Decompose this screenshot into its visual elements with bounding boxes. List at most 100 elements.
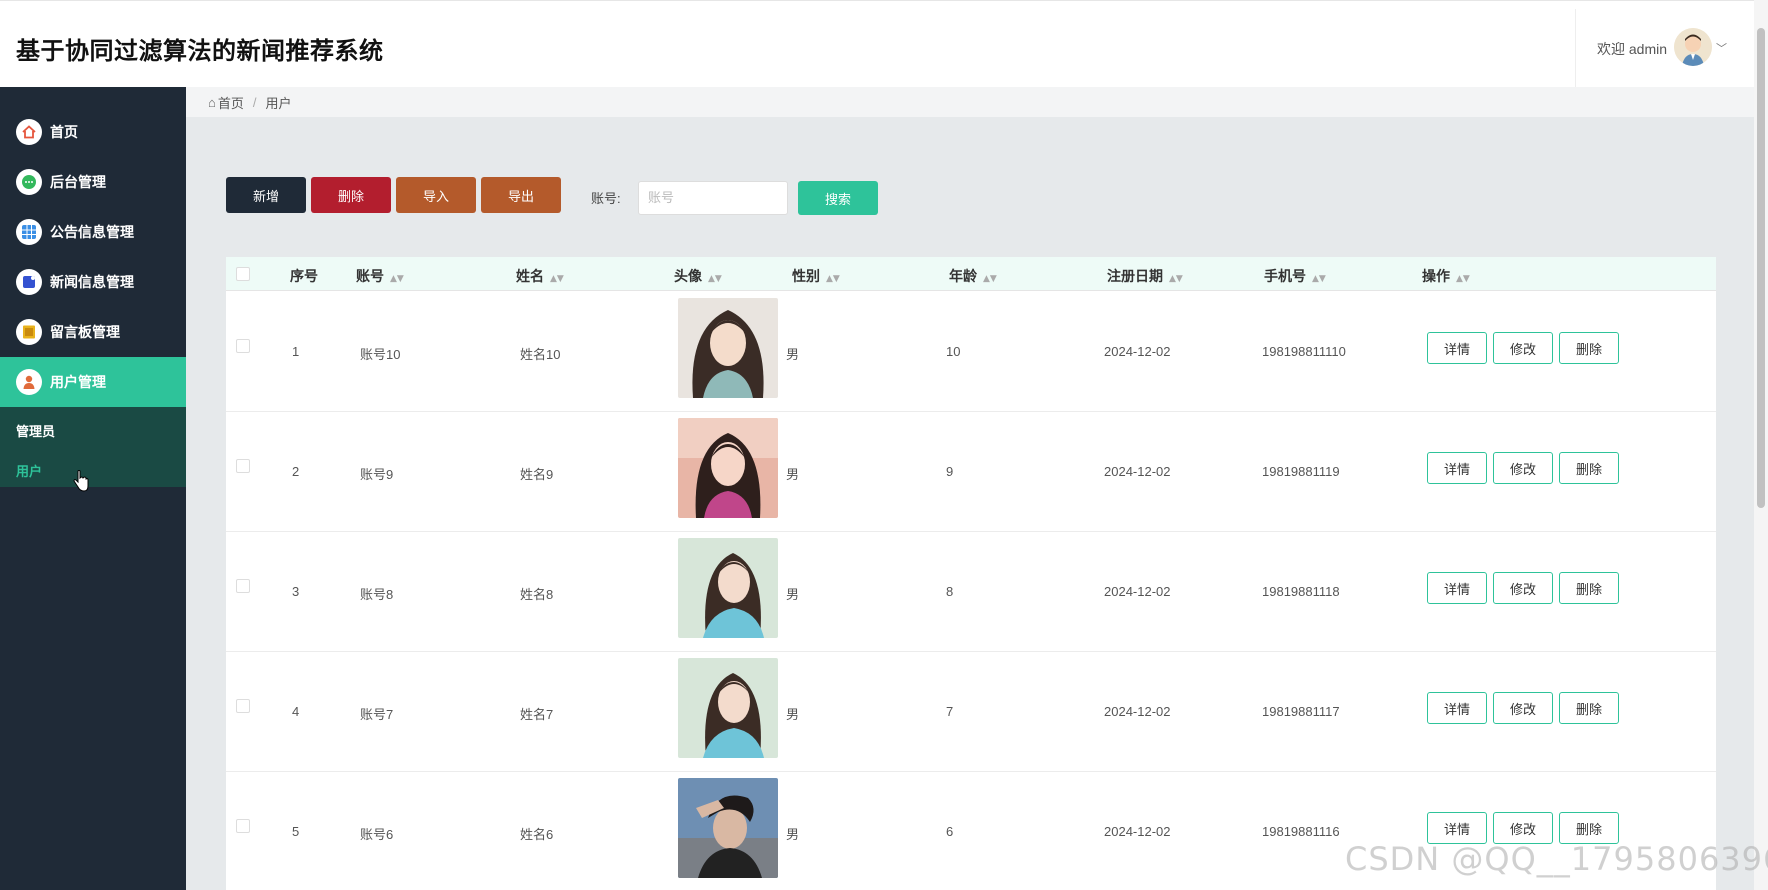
avatar-photo (678, 538, 778, 638)
breadcrumb-separator: / (252, 94, 257, 110)
table-row: 4 账号7 姓名7 男 7 2024-12-02 19819881117 详情 … (226, 652, 1716, 772)
sort-icon[interactable]: ▲▼ (550, 274, 564, 284)
cell-age: 7 (946, 704, 954, 719)
avatar-photo (678, 418, 778, 518)
sidebar-item-label: 公告信息管理 (50, 225, 134, 241)
row-delete-button[interactable]: 删除 (1559, 572, 1619, 604)
home-icon[interactable]: ⌂ (208, 95, 216, 110)
search-button[interactable]: 搜索 (798, 181, 878, 215)
cell-date: 2024-12-02 (1104, 584, 1171, 599)
row-delete-button[interactable]: 删除 (1559, 452, 1619, 484)
user-menu[interactable]: 欢迎 admin ﹀ (1575, 9, 1755, 88)
edit-button[interactable]: 修改 (1493, 692, 1553, 724)
avatar[interactable] (1674, 28, 1712, 66)
column-header-avatar[interactable]: 头像 ▲▼ (674, 266, 722, 286)
cell-phone: 19819881119 (1262, 464, 1340, 479)
column-header-date[interactable]: 注册日期 ▲▼ (1107, 266, 1183, 286)
cell-index: 1 (292, 344, 300, 359)
cell-name: 姓名6 (520, 827, 554, 842)
board-icon (16, 319, 42, 345)
import-button[interactable]: 导入 (396, 177, 476, 213)
column-header-account[interactable]: 账号 ▲▼ (356, 266, 404, 286)
cell-name: 姓名8 (520, 587, 554, 602)
cell-name: 姓名9 (520, 467, 554, 482)
detail-button[interactable]: 详情 (1427, 692, 1487, 724)
sidebar-subitem-admin[interactable]: 管理员 (16, 421, 55, 440)
row-checkbox[interactable] (236, 339, 250, 353)
detail-button[interactable]: 详情 (1427, 452, 1487, 484)
sidebar-item-users[interactable]: 用户管理 (0, 357, 186, 407)
delete-button[interactable]: 删除 (311, 177, 391, 213)
sidebar-subitem-user[interactable]: 用户 (16, 461, 42, 480)
search-label: 账号: (591, 191, 621, 206)
sidebar-item-news[interactable]: 新闻信息管理 (0, 257, 186, 307)
select-all-checkbox[interactable] (236, 267, 250, 281)
row-delete-button[interactable]: 删除 (1559, 332, 1619, 364)
column-header-phone[interactable]: 手机号 ▲▼ (1264, 266, 1326, 286)
chat-icon (16, 169, 42, 195)
sidebar-item-board[interactable]: 留言板管理 (0, 307, 186, 357)
row-checkbox[interactable] (236, 579, 250, 593)
cell-age: 6 (946, 824, 954, 839)
sidebar-item-notice[interactable]: 公告信息管理 (0, 207, 186, 257)
sort-icon[interactable]: ▲▼ (983, 274, 997, 284)
detail-button[interactable]: 详情 (1427, 332, 1487, 364)
row-delete-button[interactable]: 删除 (1559, 692, 1619, 724)
sort-icon[interactable]: ▲▼ (1456, 274, 1470, 284)
sidebar-item-home[interactable]: 首页 (0, 107, 186, 157)
cell-index: 3 (292, 584, 300, 599)
scrollbar-thumb[interactable] (1757, 28, 1765, 508)
sidebar-item-admin[interactable]: 后台管理 (0, 157, 186, 207)
cell-gender: 男 (786, 708, 800, 723)
table-header: 序号 账号 ▲▼ 姓名 ▲▼ 头像 ▲▼ 性别 ▲▼ 年龄 ▲▼ 注册日期 ▲▼ 手机号 ▲▼… (226, 257, 1716, 291)
user-submenu: 管理员 用户 (0, 407, 186, 487)
cell-index: 5 (292, 824, 300, 839)
column-header-age[interactable]: 年龄 ▲▼ (949, 266, 997, 286)
detail-button[interactable]: 详情 (1427, 572, 1487, 604)
avatar-photo (678, 658, 778, 758)
avatar-photo (678, 778, 778, 878)
chevron-down-icon[interactable]: ﹀ (1716, 40, 1727, 56)
column-header-name[interactable]: 姓名 ▲▼ (516, 266, 564, 286)
cell-name: 姓名7 (520, 707, 554, 722)
row-checkbox[interactable] (236, 819, 250, 833)
cell-phone: 198198811110 (1262, 344, 1346, 359)
breadcrumb-home[interactable]: 首页 (218, 93, 244, 112)
user-icon (16, 369, 42, 395)
row-checkbox[interactable] (236, 699, 250, 713)
table-row: 2 账号9 姓名9 男 9 2024-12-02 19819881119 详情 … (226, 412, 1716, 532)
sort-icon[interactable]: ▲▼ (390, 274, 404, 284)
cell-age: 10 (946, 344, 961, 359)
sort-icon[interactable]: ▲▼ (1169, 274, 1183, 284)
user-table: 序号 账号 ▲▼ 姓名 ▲▼ 头像 ▲▼ 性别 ▲▼ 年龄 ▲▼ 注册日期 ▲▼ 手机号 ▲▼… (226, 257, 1716, 890)
mouse-cursor-icon (73, 470, 89, 498)
export-button[interactable]: 导出 (481, 177, 561, 213)
sort-icon[interactable]: ▲▼ (1312, 274, 1326, 284)
cell-account: 账号8 (360, 587, 394, 602)
edit-button[interactable]: 修改 (1493, 572, 1553, 604)
breadcrumb: ⌂ 首页 / 用户 (186, 87, 1754, 117)
cell-account: 账号7 (360, 707, 394, 722)
cell-gender: 男 (786, 348, 800, 363)
cell-name: 姓名10 (520, 347, 561, 362)
sort-icon[interactable]: ▲▼ (708, 274, 722, 284)
cell-index: 2 (292, 464, 300, 479)
table-row: 1 账号10 姓名10 男 10 2024-12-02 198198811110… (226, 292, 1716, 412)
grid-icon (16, 219, 42, 245)
table-row: 3 账号8 姓名8 男 8 2024-12-02 19819881118 详情 … (226, 532, 1716, 652)
search-input[interactable] (638, 181, 788, 215)
edit-button[interactable]: 修改 (1493, 452, 1553, 484)
main-content: ⌂ 首页 / 用户 新增 删除 导入 导出 账号: 搜索 序号 账号▲▼ 姓名▲… (186, 87, 1754, 890)
column-header-actions[interactable]: 操作 ▲▼ (1422, 266, 1470, 286)
row-checkbox[interactable] (236, 459, 250, 473)
cell-phone: 19819881116 (1262, 824, 1340, 839)
sort-icon[interactable]: ▲▼ (826, 274, 840, 284)
column-header-gender[interactable]: 性别 ▲▼ (792, 266, 840, 286)
cell-phone: 19819881118 (1262, 584, 1340, 599)
add-button[interactable]: 新增 (226, 177, 306, 213)
watermark: CSDN @QQ__1795806396 (1345, 840, 1768, 878)
column-header-index: 序号 (290, 269, 318, 285)
cell-gender: 男 (786, 468, 800, 483)
edit-button[interactable]: 修改 (1493, 332, 1553, 364)
page-scrollbar[interactable] (1754, 0, 1768, 890)
